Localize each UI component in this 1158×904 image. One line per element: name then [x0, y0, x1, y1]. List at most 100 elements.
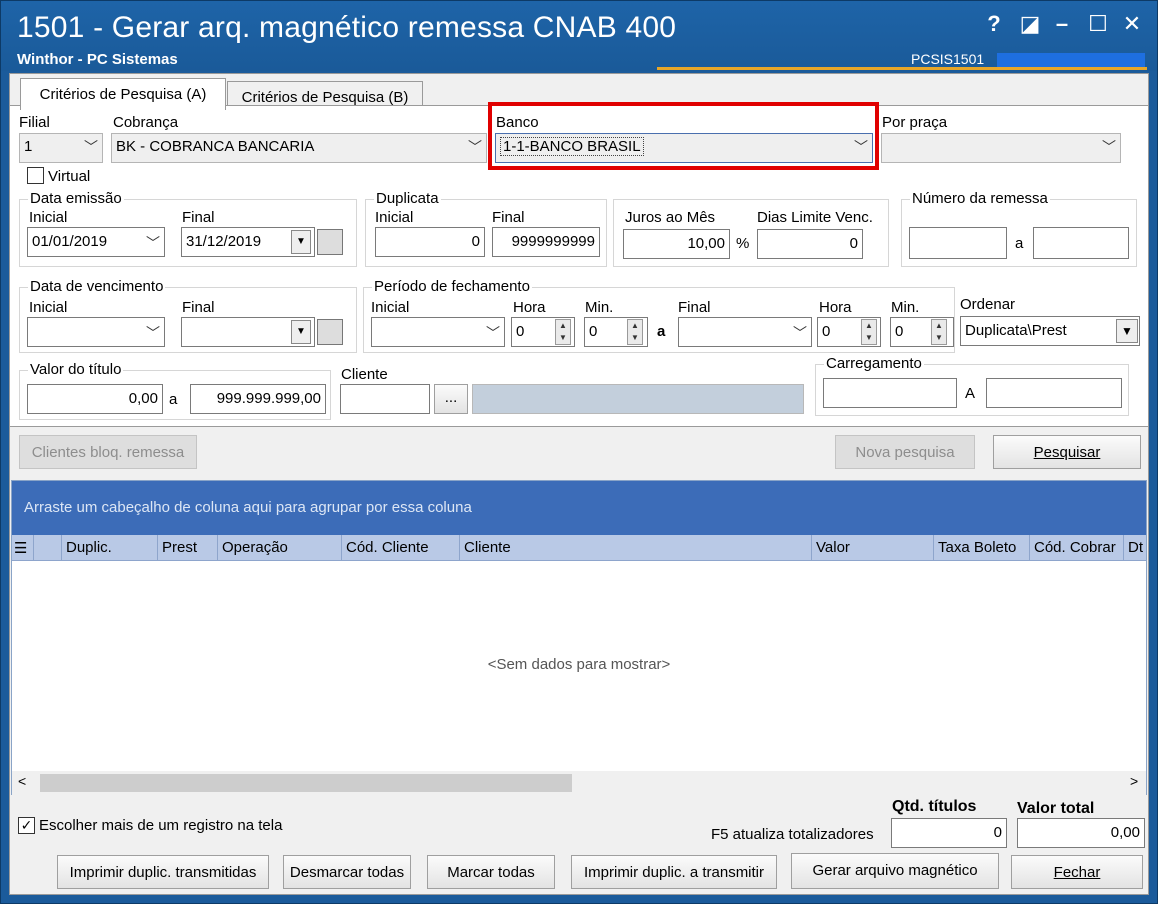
filial-select[interactable]: 1 ﹀ [19, 133, 103, 163]
dias-limite-label: Dias Limite Venc. [757, 209, 873, 226]
spin-down-icon[interactable]: ▼ [932, 332, 946, 344]
ordenar-select[interactable]: Duplicata\Prest [960, 316, 1140, 346]
fech-final-date[interactable]: ﹀ [678, 317, 812, 347]
dropdown-arrow-icon[interactable]: ▼ [1116, 319, 1138, 343]
clientes-bloq-button[interactable]: Clientes bloq. remessa [19, 435, 197, 469]
carregamento-from-input[interactable] [823, 378, 957, 408]
fech-inicial-date[interactable]: ﹀ [371, 317, 505, 347]
carregamento-title: Carregamento [824, 355, 924, 372]
nova-pesquisa-button[interactable]: Nova pesquisa [835, 435, 975, 469]
cliente-code-input[interactable] [340, 384, 430, 414]
dock-icon[interactable]: ◪ [1017, 11, 1043, 37]
routine-code: PCSIS1501 [911, 51, 985, 67]
col-operacao[interactable]: Operação [218, 535, 342, 561]
virtual-checkbox[interactable] [27, 167, 44, 184]
col-duplic[interactable]: Duplic. [62, 535, 158, 561]
fech-hora2-label: Hora [819, 299, 852, 316]
horizontal-scrollbar[interactable]: < > [12, 771, 1146, 795]
dias-limite-input[interactable]: 0 [757, 229, 863, 259]
hora-spinner[interactable]: ▲ ▼ [555, 319, 571, 345]
hora2-spinner[interactable]: ▲ ▼ [861, 319, 877, 345]
cobranca-select[interactable]: BK - COBRANCA BANCARIA ﹀ [111, 133, 487, 163]
grid-header: ☰ Duplic. Prest Operação Cód. Cliente Cl… [12, 535, 1146, 561]
calendar-icon[interactable] [317, 229, 343, 255]
app-window: 1501 - Gerar arq. magnético remessa CNAB… [0, 0, 1158, 904]
chevron-down-icon: ﹀ [468, 139, 482, 155]
close-icon[interactable]: ✕ [1119, 11, 1145, 37]
vencimento-title: Data de vencimento [28, 278, 166, 295]
emissao-inicial-value: 01/01/2019 [32, 233, 108, 250]
carregamento-to-input[interactable] [986, 378, 1122, 408]
praca-label: Por praça [882, 114, 948, 131]
help-icon[interactable]: ? [981, 11, 1007, 37]
spin-down-icon[interactable]: ▼ [628, 332, 642, 344]
duplicata-final-input[interactable]: 9999999999 [492, 227, 600, 257]
fech-min2-value: 0 [895, 323, 904, 340]
col-cod-cliente[interactable]: Cód. Cliente [342, 535, 460, 561]
spin-up-icon[interactable]: ▲ [556, 320, 570, 332]
remessa-to-input[interactable] [1033, 227, 1129, 259]
juros-input[interactable]: 10,00 [623, 229, 730, 259]
desmarcar-todas-button[interactable]: Desmarcar todas [283, 855, 411, 889]
col-dt[interactable]: Dt [1124, 535, 1146, 561]
title-bar: 1501 - Gerar arq. magnético remessa CNAB… [1, 1, 1157, 71]
col-cliente[interactable]: Cliente [460, 535, 812, 561]
scrollbar-thumb[interactable] [40, 774, 572, 792]
spin-down-icon[interactable]: ▼ [556, 332, 570, 344]
emissao-inicial-date[interactable]: 01/01/2019 ﹀ [27, 227, 165, 257]
fech-min2-label: Min. [891, 299, 920, 316]
scroll-left-icon[interactable]: < [18, 773, 26, 789]
group-by-panel[interactable]: Arraste um cabeçalho de coluna aqui para… [12, 481, 1146, 535]
duplicata-title: Duplicata [374, 190, 441, 207]
remessa-title: Número da remessa [910, 190, 1050, 207]
marcar-todas-button[interactable]: Marcar todas [427, 855, 555, 889]
duplicata-final-label: Final [492, 209, 525, 226]
remessa-from-input[interactable] [909, 227, 1007, 259]
min-spinner[interactable]: ▲ ▼ [627, 319, 643, 345]
imprimir-transmitir-button[interactable]: Imprimir duplic. a transmitir [571, 855, 777, 889]
spin-up-icon[interactable]: ▲ [932, 320, 946, 332]
spin-up-icon[interactable]: ▲ [862, 320, 876, 332]
spin-up-icon[interactable]: ▲ [628, 320, 642, 332]
cliente-browse-button[interactable]: ... [434, 384, 468, 414]
scroll-right-icon[interactable]: > [1130, 773, 1138, 789]
col-taxa-boleto[interactable]: Taxa Boleto [934, 535, 1030, 561]
pesquisar-label: Pesquisar [1033, 444, 1101, 461]
grid-empty-message: <Sem dados para mostrar> [487, 656, 671, 673]
minimize-icon[interactable]: – [1049, 11, 1075, 37]
indicator-column [34, 535, 62, 561]
cobranca-label: Cobrança [113, 114, 179, 131]
min2-spinner[interactable]: ▲ ▼ [931, 319, 947, 345]
maximize-icon[interactable]: ☐ [1085, 11, 1111, 37]
multi-select-checkbox[interactable]: ✓ [18, 817, 35, 834]
dropdown-arrow-icon[interactable]: ▼ [291, 230, 311, 254]
multi-select-label: Escolher mais de um registro na tela [39, 817, 283, 834]
fech-min-label: Min. [585, 299, 614, 316]
imprimir-transmitidas-button[interactable]: Imprimir duplic. transmitidas [57, 855, 269, 889]
duplicata-inicial-input[interactable]: 0 [375, 227, 485, 257]
spin-down-icon[interactable]: ▼ [862, 332, 876, 344]
chevron-down-icon: ﹀ [793, 325, 807, 341]
praca-select[interactable]: ﹀ [881, 133, 1121, 163]
col-prest[interactable]: Prest [158, 535, 218, 561]
window-subtitle: Winthor - PC Sistemas [17, 51, 178, 68]
cliente-label: Cliente [341, 366, 388, 383]
pesquisar-button[interactable]: Pesquisar [993, 435, 1141, 469]
chevron-down-icon: ﹀ [1102, 139, 1116, 155]
col-cod-cobrar[interactable]: Cód. Cobrar [1030, 535, 1124, 561]
col-valor[interactable]: Valor [812, 535, 934, 561]
gerar-arquivo-button[interactable]: Gerar arquivo magnético [791, 853, 999, 889]
dropdown-arrow-icon[interactable]: ▼ [291, 320, 311, 344]
ordenar-value: Duplicata\Prest [965, 322, 1067, 339]
fech-final-label: Final [678, 299, 711, 316]
valor-to-input[interactable]: 999.999.999,00 [190, 384, 326, 414]
valor-from-input[interactable]: 0,00 [27, 384, 163, 414]
fech-inicial-label: Inicial [371, 299, 410, 316]
column-chooser-icon[interactable]: ☰ [12, 535, 34, 561]
calendar-icon[interactable] [317, 319, 343, 345]
qtd-titulos-label: Qtd. títulos [892, 798, 977, 815]
venc-inicial-date[interactable]: ﹀ [27, 317, 165, 347]
tab-criterios-a[interactable]: Critérios de Pesquisa (A) [20, 78, 226, 110]
fechar-button[interactable]: Fechar [1011, 855, 1143, 889]
emissao-inicial-label: Inicial [29, 209, 68, 226]
